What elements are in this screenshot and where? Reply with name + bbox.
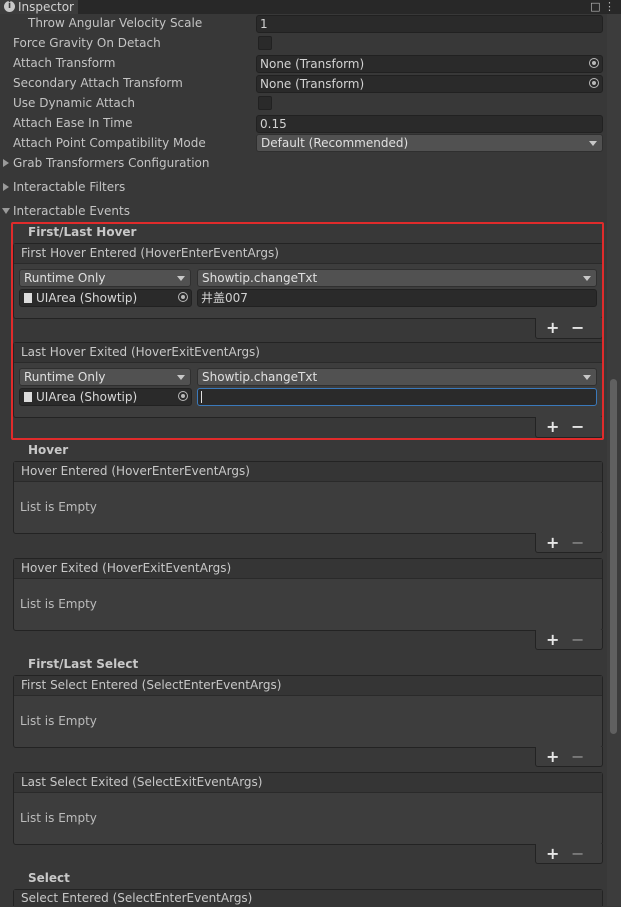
- list-empty-label: List is Empty: [20, 597, 97, 611]
- lock-icon[interactable]: □: [590, 0, 600, 13]
- highlight-box: [11, 222, 604, 440]
- list-empty-label: List is Empty: [20, 811, 97, 825]
- tab-icons: □ ⋮: [590, 0, 615, 14]
- force-gravity-checkbox[interactable]: [258, 36, 272, 50]
- event-header: Hover Entered (HoverEnterEventArgs): [14, 462, 602, 482]
- throw-angular-label: Throw Angular Velocity Scale: [28, 16, 203, 30]
- secondary-attach-label: Secondary Attach Transform: [13, 76, 183, 90]
- scrollbar-thumb[interactable]: [610, 379, 617, 734]
- attach-transform-label: Attach Transform: [13, 56, 116, 70]
- secondary-attach-field[interactable]: None (Transform): [256, 75, 603, 93]
- section-hover: Hover: [28, 443, 69, 457]
- ease-in-field[interactable]: 0.15: [256, 115, 603, 133]
- compat-mode-label: Attach Point Compatibility Mode: [13, 136, 206, 150]
- event-box-first-select-entered: First Select Entered (SelectEnterEventAr…: [13, 675, 603, 748]
- attach-transform-value: None (Transform): [260, 57, 365, 71]
- event-header: Hover Exited (HoverExitEventArgs): [14, 559, 602, 579]
- tab-inspector[interactable]: i Inspector: [0, 0, 78, 14]
- foldout-filters[interactable]: Interactable Filters: [13, 179, 125, 195]
- event-box-select-entered: Select Entered (SelectEnterEventArgs): [13, 889, 603, 907]
- section-first-last-select: First/Last Select: [28, 657, 139, 671]
- foldout-right-icon[interactable]: [3, 159, 9, 167]
- add-button[interactable]: +: [546, 846, 559, 862]
- event-header: Select Entered (SelectEnterEventArgs): [14, 890, 602, 907]
- secondary-attach-value: None (Transform): [260, 77, 365, 91]
- foldout-grab[interactable]: Grab Transformers Configuration: [13, 155, 209, 171]
- object-picker-icon[interactable]: [589, 78, 599, 88]
- list-empty-label: List is Empty: [20, 500, 97, 514]
- remove-button[interactable]: −: [571, 846, 584, 862]
- throw-angular-field[interactable]: 1: [256, 15, 603, 33]
- event-header: First Select Entered (SelectEnterEventAr…: [14, 676, 602, 696]
- event-box-hover-entered: Hover Entered (HoverEnterEventArgs): [13, 461, 603, 534]
- event-header: Last Select Exited (SelectExitEventArgs): [14, 773, 602, 793]
- foldout-events[interactable]: Interactable Events: [13, 203, 130, 219]
- foldout-down-icon[interactable]: [2, 208, 10, 214]
- event-box-hover-exited: Hover Exited (HoverExitEventArgs): [13, 558, 603, 631]
- list-empty-label: List is Empty: [20, 714, 97, 728]
- tab-bar: [0, 0, 621, 14]
- event-box-last-select-exited: Last Select Exited (SelectExitEventArgs): [13, 772, 603, 845]
- kebab-menu-icon[interactable]: ⋮: [604, 0, 615, 13]
- section-select: Select: [28, 871, 70, 885]
- use-dynamic-label: Use Dynamic Attach: [13, 96, 135, 110]
- info-icon: i: [4, 1, 15, 12]
- foldout-right-icon[interactable]: [3, 183, 9, 191]
- compat-mode-dropdown[interactable]: Default (Recommended): [256, 134, 603, 152]
- chevron-down-icon: [589, 141, 597, 146]
- ease-in-label: Attach Ease In Time: [13, 116, 133, 130]
- use-dynamic-checkbox[interactable]: [258, 96, 272, 110]
- add-button[interactable]: +: [546, 632, 559, 648]
- add-button[interactable]: +: [546, 749, 559, 765]
- remove-button[interactable]: −: [571, 632, 584, 648]
- tab-title: Inspector: [18, 0, 74, 14]
- remove-button[interactable]: −: [571, 535, 584, 551]
- add-button[interactable]: +: [546, 535, 559, 551]
- remove-button[interactable]: −: [571, 749, 584, 765]
- object-picker-icon[interactable]: [589, 58, 599, 68]
- attach-transform-field[interactable]: None (Transform): [256, 55, 603, 73]
- force-gravity-label: Force Gravity On Detach: [13, 36, 161, 50]
- scrollbar[interactable]: [607, 14, 621, 906]
- compat-mode-value: Default (Recommended): [261, 136, 409, 150]
